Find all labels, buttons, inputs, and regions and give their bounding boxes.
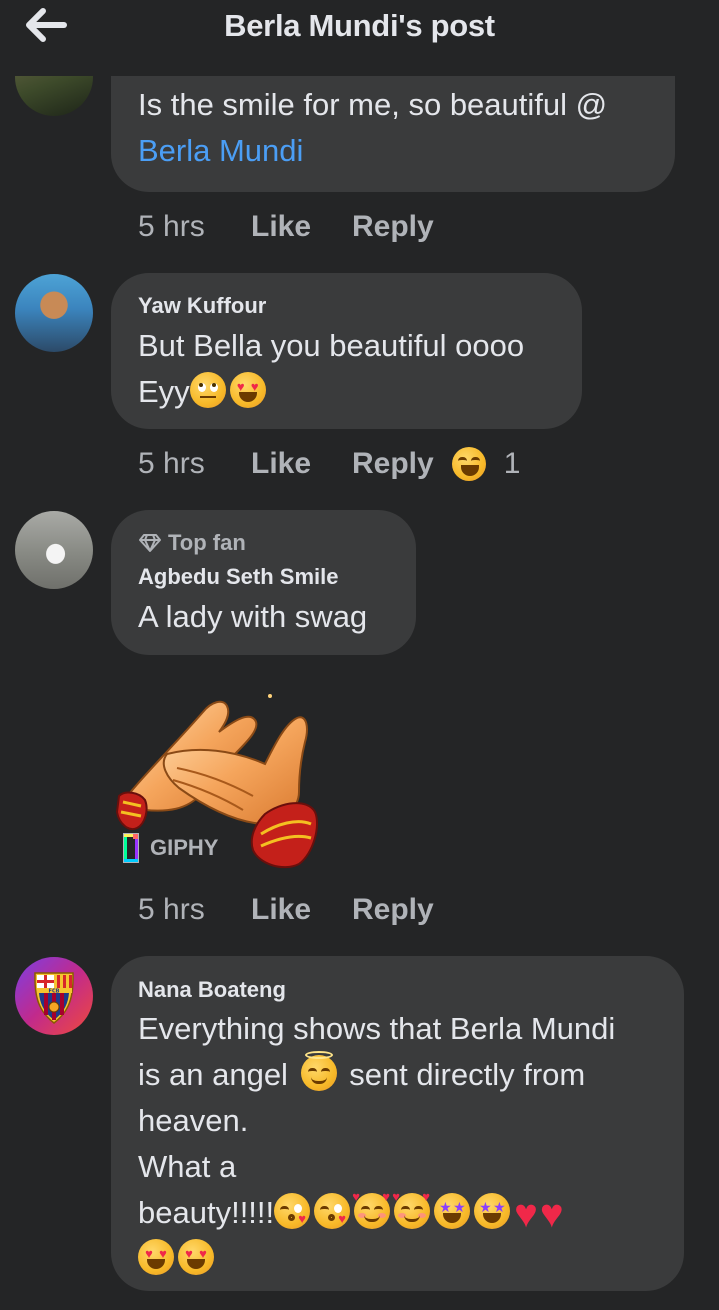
star-struck-emoji: ★ ★: [474, 1193, 511, 1229]
reaction-count: 1: [503, 447, 521, 480]
reply-button[interactable]: Reply: [352, 447, 434, 481]
red-heart-emoji: ♥: [514, 1192, 538, 1236]
comment-time: 5 hrs: [138, 893, 205, 926]
comment-text: But Bella you beautiful oooo Eyy ♥ ♥: [138, 328, 525, 409]
face-blowing-a-kiss-emoji: ♥: [314, 1193, 351, 1229]
comment-bubble: Yaw Kuffour But Bella you beautiful oooo…: [111, 273, 582, 429]
face-blowing-a-kiss-emoji: ♥: [274, 1193, 311, 1229]
top-fan-badge: Top fan: [138, 530, 246, 556]
comment-author[interactable]: Yaw Kuffour: [138, 293, 266, 319]
smiling-face-with-heart-eyes-emoji: ♥ ♥: [138, 1239, 174, 1275]
smiling-face-with-hearts-emoji: ♥ ♥: [352, 1190, 391, 1229]
comment-bubble: Nana Boateng Everything shows that Berla…: [111, 956, 684, 1291]
smiling-face-with-halo-emoji: [300, 1051, 337, 1091]
comment-bubble: Top fan Agbedu Seth Smile A lady with sw…: [111, 510, 416, 655]
giphy-label: GIPHY: [150, 835, 219, 860]
giphy-attribution[interactable]: GIPHY: [122, 830, 218, 866]
comment-actions: 5 hrs Like Reply: [138, 890, 434, 930]
comment-text: A lady with swag: [138, 599, 368, 634]
comment-actions: 5 hrs Like Reply 1: [138, 444, 520, 484]
reaction-summary[interactable]: 1: [451, 447, 521, 481]
comment-time: 5 hrs: [138, 210, 205, 243]
comment-text: Everything shows that Berla Mundi is an …: [138, 1006, 615, 1282]
comment-author[interactable]: Nana Boateng: [138, 977, 286, 1003]
fc-barcelona-crest-icon: FCB: [34, 972, 74, 1024]
laughing-face-emoji: [451, 447, 486, 481]
comment-actions: 5 hrs Like Reply: [138, 207, 434, 247]
comment-time: 5 hrs: [138, 447, 205, 480]
smiling-face-with-heart-eyes-emoji: ♥ ♥: [229, 372, 266, 408]
smiling-face-with-hearts-emoji: ♥ ♥: [392, 1190, 431, 1229]
like-button[interactable]: Like: [251, 210, 352, 244]
diamond-icon: [139, 534, 161, 552]
like-button[interactable]: Like: [251, 893, 352, 927]
avatar[interactable]: [15, 274, 93, 352]
star-struck-emoji: ★ ★: [434, 1193, 471, 1229]
page-title: Berla Mundi's post: [224, 8, 495, 43]
mention-link[interactable]: Berla Mundi: [138, 133, 303, 168]
avatar[interactable]: [15, 511, 93, 589]
like-button[interactable]: Like: [251, 447, 352, 481]
comment-text: Is the smile for me, so beautiful @ Berl…: [138, 87, 608, 168]
smiling-face-with-heart-eyes-emoji: ♥ ♥: [178, 1239, 214, 1275]
avatar[interactable]: FCB: [15, 957, 93, 1035]
comment-author[interactable]: Agbedu Seth Smile: [138, 564, 338, 590]
reply-button[interactable]: Reply: [352, 893, 434, 927]
reply-button[interactable]: Reply: [352, 210, 434, 244]
red-heart-emoji: ♥: [539, 1192, 564, 1236]
app-header: Berla Mundi's post: [0, 0, 719, 76]
giphy-logo-icon: [123, 833, 139, 863]
face-with-rolling-eyes-emoji: [189, 372, 226, 408]
